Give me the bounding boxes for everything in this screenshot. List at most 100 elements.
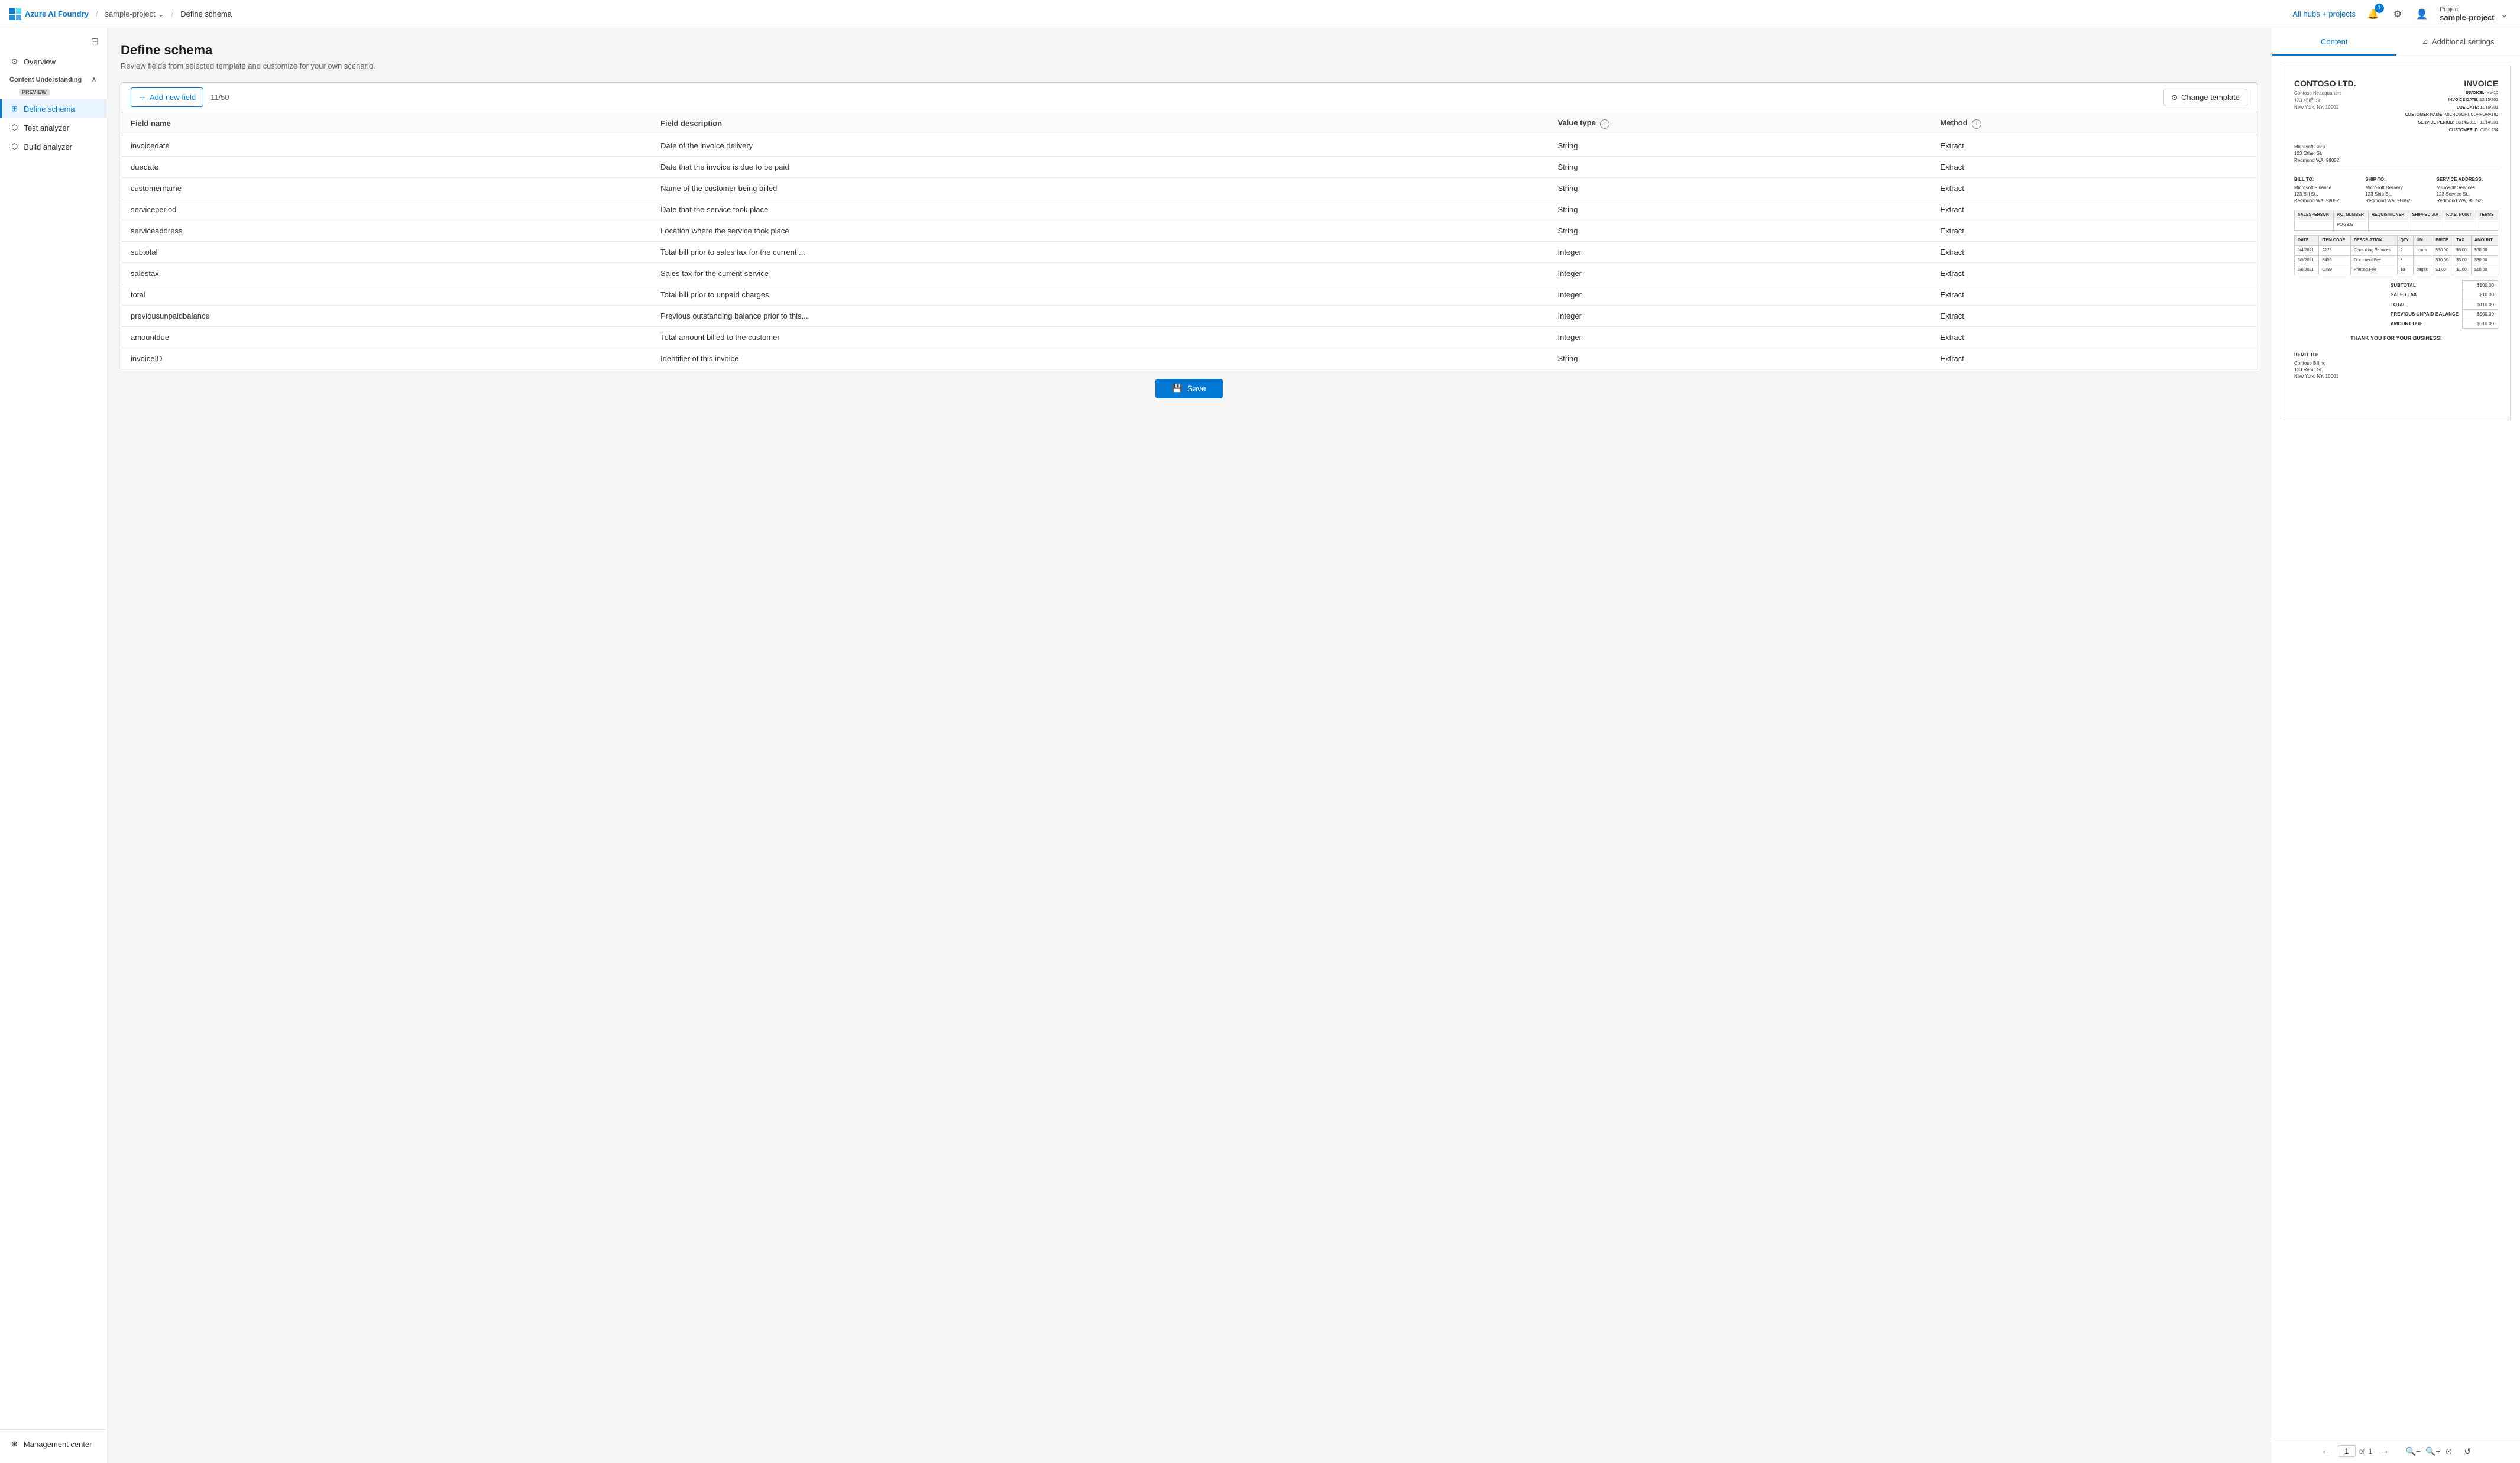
line-items-body: 3/4/2021 A123 Consulting Services 2 hour… xyxy=(2295,245,2498,275)
cell-value-type: Integer xyxy=(1548,326,1931,348)
remit-to: REMIT TO: Contoso Billing123 Remit StNew… xyxy=(2294,352,2498,380)
all-hubs-link[interactable]: All hubs + projects xyxy=(2292,9,2356,18)
add-new-field-button[interactable]: ＋ Add new field xyxy=(131,87,203,107)
save-button[interactable]: 💾 Save xyxy=(1155,379,1222,398)
bill-from: Microsoft Corp123 Other St.Redmond WA, 9… xyxy=(2294,144,2498,164)
zoom-reset-button[interactable]: ⊙ xyxy=(2445,1446,2453,1456)
sidebar-item-overview[interactable]: ⊙ Overview xyxy=(0,52,106,71)
cell-value-type: Integer xyxy=(1548,305,1931,326)
col-field-desc: Field description xyxy=(651,112,1548,135)
notification-bell[interactable]: 🔔 1 xyxy=(2365,6,2382,22)
total-row: TOTAL $110.00 xyxy=(2387,300,2498,309)
user-avatar[interactable]: 👤 xyxy=(2414,6,2430,22)
tab-additional-settings[interactable]: ⊿ Additional settings xyxy=(2396,28,2520,56)
table-row[interactable]: customername Name of the customer being … xyxy=(121,177,2257,199)
table-body: invoicedate Date of the invoice delivery… xyxy=(121,135,2257,369)
cell-value-type: String xyxy=(1548,156,1931,177)
page-info: of 1 xyxy=(2338,1445,2373,1457)
thank-you-text: THANK YOU FOR YOUR BUSINESS! xyxy=(2294,329,2498,342)
page-number-input[interactable] xyxy=(2338,1445,2356,1457)
sidebar-collapse[interactable]: ⊟ xyxy=(0,33,106,52)
cell-field-name: amountdue xyxy=(121,326,652,348)
invoice-totals: SUBTOTAL $100.00 SALES TAX $10.00 TOTAL … xyxy=(2387,280,2498,329)
cell-value-type: String xyxy=(1548,177,1931,199)
table-row[interactable]: duedate Date that the invoice is due to … xyxy=(121,156,2257,177)
value-type-info-icon[interactable]: i xyxy=(1600,119,1609,129)
toolbar-left: ＋ Add new field 11/50 xyxy=(131,87,229,107)
sidebar-item-define-schema[interactable]: ⊞ Define schema xyxy=(0,99,106,118)
sidebar-management-center[interactable]: ⊕ Management center xyxy=(0,1435,106,1454)
zoom-out-button[interactable]: 🔍− xyxy=(2406,1446,2421,1456)
cell-value-type: Integer xyxy=(1548,241,1931,262)
table-row[interactable]: serviceaddress Location where the servic… xyxy=(121,220,2257,241)
cell-method: Extract xyxy=(1931,284,2257,305)
cell-method: Extract xyxy=(1931,156,2257,177)
table-row[interactable]: amountdue Total amount billed to the cus… xyxy=(121,326,2257,348)
col-method: Method i xyxy=(1931,112,2257,135)
cell-field-name: previousunpaidbalance xyxy=(121,305,652,326)
salestax-row: SALES TAX $10.00 xyxy=(2387,290,2498,300)
cell-field-name: invoicedate xyxy=(121,135,652,156)
breadcrumb-project[interactable]: sample-project ⌄ xyxy=(105,9,164,19)
cell-method: Extract xyxy=(1931,220,2257,241)
cell-value-type: String xyxy=(1548,135,1931,156)
cell-method: Extract xyxy=(1931,348,2257,369)
zoom-controls: 🔍− 🔍+ ⊙ xyxy=(2406,1446,2453,1456)
cell-field-desc: Date that the service took place xyxy=(651,199,1548,220)
cell-value-type: String xyxy=(1548,348,1931,369)
th-req: REQUISITIONER xyxy=(2369,210,2409,220)
save-icon: 💾 xyxy=(1172,384,1182,394)
cell-method: Extract xyxy=(1931,177,2257,199)
test-analyzer-icon: ⬡ xyxy=(11,123,18,132)
zoom-in-button[interactable]: 🔍+ xyxy=(2425,1446,2441,1456)
schema-panel: Define schema Review fields from selecte… xyxy=(106,28,2272,1463)
cell-method: Extract xyxy=(1931,305,2257,326)
cell-method: Extract xyxy=(1931,262,2257,284)
col-field-name: Field name xyxy=(121,112,652,135)
prev-page-button[interactable]: ← xyxy=(2321,1446,2331,1456)
line-item-row: 3/4/2021 A123 Consulting Services 2 hour… xyxy=(2295,245,2498,255)
settings-icon[interactable]: ⚙ xyxy=(2391,6,2404,22)
invoice-address-cols: BILL TO: Microsoft Finance123 Bill St.,R… xyxy=(2294,176,2498,205)
table-row[interactable]: salestax Sales tax for the current servi… xyxy=(121,262,2257,284)
change-template-button[interactable]: ⊙ Change template xyxy=(2163,89,2247,106)
table-row[interactable]: subtotal Total bill prior to sales tax f… xyxy=(121,241,2257,262)
sidebar-section-content-understanding: Content Understanding ∧ xyxy=(0,71,106,86)
th-item-code: ITEM CODE xyxy=(2319,236,2351,246)
th-shipped: SHIPPED VIA xyxy=(2409,210,2443,220)
content-tab-label: Content xyxy=(2321,37,2348,46)
ship-to-col: SHIP TO: Microsoft Delivery123 Ship St.,… xyxy=(2365,176,2427,205)
sidebar-item-build-analyzer[interactable]: ⬡ Build analyzer xyxy=(0,137,106,156)
cell-method: Extract xyxy=(1931,326,2257,348)
col-value-type: Value type i xyxy=(1548,112,1931,135)
project-label: Project xyxy=(2440,6,2494,13)
sidebar-label-build-analyzer: Build analyzer xyxy=(24,142,72,151)
table-row[interactable]: total Total bill prior to unpaid charges… xyxy=(121,284,2257,305)
overview-icon: ⊙ xyxy=(11,57,18,66)
project-dropdown-icon[interactable]: ⌄ xyxy=(2498,6,2511,22)
cell-field-desc: Date that the invoice is due to be paid xyxy=(651,156,1548,177)
sidebar-bottom: ⊕ Management center xyxy=(0,1429,106,1458)
th-um: UM xyxy=(2413,236,2432,246)
invoice-title-right: INVOICE INVOICE: INV-10 INVOICE DATE: 12… xyxy=(2405,78,2498,134)
nav-right: All hubs + projects 🔔 1 ⚙ 👤 Project samp… xyxy=(2292,6,2511,22)
table-row[interactable]: serviceperiod Date that the service took… xyxy=(121,199,2257,220)
th-salesperson: SALESPERSON xyxy=(2295,210,2334,220)
table-row[interactable]: previousunpaidbalance Previous outstandi… xyxy=(121,305,2257,326)
save-label: Save xyxy=(1187,384,1206,393)
tab-content[interactable]: Content xyxy=(2272,28,2396,56)
cell-field-desc: Identifier of this invoice xyxy=(651,348,1548,369)
additional-settings-label: Additional settings xyxy=(2432,37,2495,46)
refresh-button[interactable]: ↺ xyxy=(2464,1446,2471,1456)
next-page-button[interactable]: → xyxy=(2380,1446,2389,1456)
collapse-icon[interactable]: ⊟ xyxy=(91,35,99,47)
table-row[interactable]: invoicedate Date of the invoice delivery… xyxy=(121,135,2257,156)
method-info-icon[interactable]: i xyxy=(1972,119,1981,129)
app-logo[interactable]: Azure AI Foundry xyxy=(9,8,89,20)
cell-value-type: String xyxy=(1548,220,1931,241)
sidebar-label-management: Management center xyxy=(24,1440,92,1449)
th-amount: AMOUNT xyxy=(2471,236,2498,246)
table-row[interactable]: invoiceID Identifier of this invoice Str… xyxy=(121,348,2257,369)
add-label: Add new field xyxy=(150,93,196,102)
sidebar-item-test-analyzer[interactable]: ⬡ Test analyzer xyxy=(0,118,106,137)
